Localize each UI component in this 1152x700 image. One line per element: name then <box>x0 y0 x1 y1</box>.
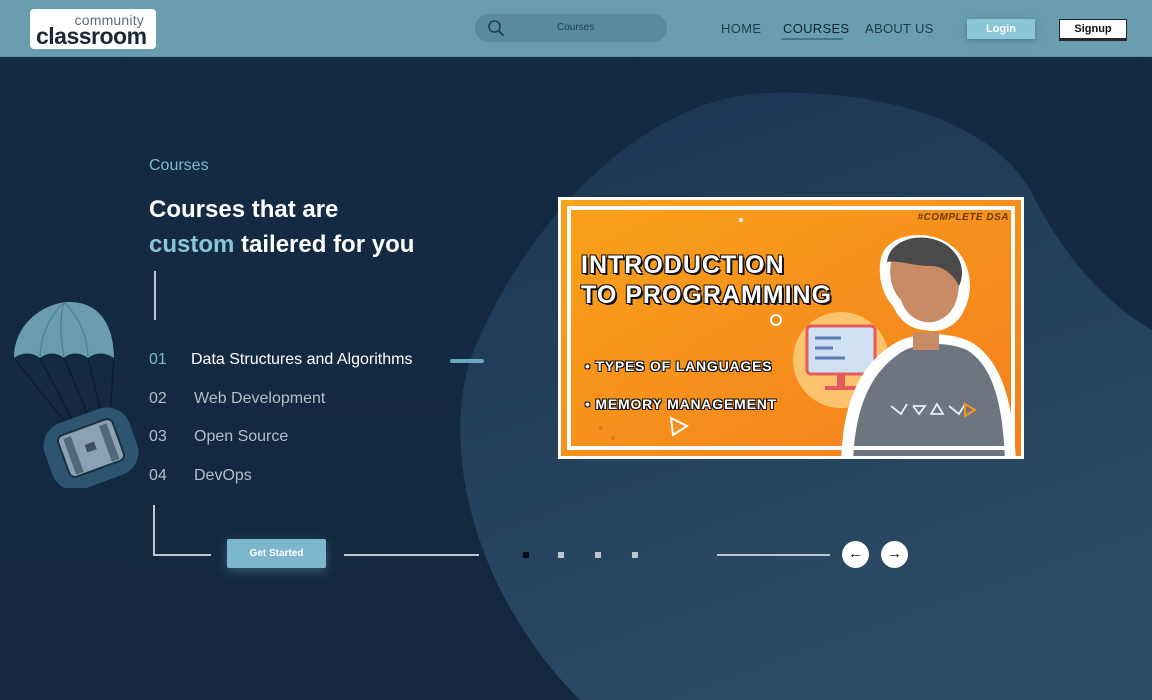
arrow-left-icon: ← <box>848 545 863 562</box>
parachute-illustration <box>13 301 139 488</box>
thumbnail-frame <box>567 206 1015 450</box>
decorative-line <box>153 505 155 555</box>
arrow-right-icon: → <box>887 545 902 562</box>
decorative-line <box>154 271 156 320</box>
nav-about-us[interactable]: ABOUT US <box>865 21 934 36</box>
carousel-dot-2[interactable] <box>558 552 564 558</box>
course-item-open-source[interactable]: Open Source <box>194 428 288 446</box>
course-item-web-development[interactable]: Web Development <box>194 390 325 408</box>
signup-button[interactable]: Signup <box>1059 19 1127 39</box>
carousel-dot-4[interactable] <box>632 552 638 558</box>
course-number: 02 <box>149 390 167 407</box>
course-item-devops[interactable]: DevOps <box>194 467 252 485</box>
headline-line-1: Courses that are <box>149 196 339 223</box>
nav-active-underline <box>781 38 843 40</box>
thumbnail-tag: #COMPLETE DSA <box>917 212 1009 223</box>
get-started-button[interactable]: Get Started <box>227 539 326 568</box>
search-icon <box>488 20 504 36</box>
nav-home[interactable]: HOME <box>721 21 761 36</box>
community-classroom-logo[interactable]: community classroom <box>30 9 156 49</box>
carousel-prev-button[interactable]: ← <box>842 541 869 568</box>
nav-courses[interactable]: COURSES <box>783 21 849 36</box>
thumbnail-title: INTRODUCTION TO PROGRAMMING <box>581 250 832 310</box>
course-number: 04 <box>149 467 167 484</box>
carousel-dot-1[interactable] <box>523 552 529 558</box>
carousel-next-button[interactable]: → <box>881 541 908 568</box>
headline-accent: custom <box>149 231 235 258</box>
search-placeholder: Courses <box>557 22 595 33</box>
thumbnail-bullet-1: • TYPES OF LANGUAGES <box>585 358 773 374</box>
page: community classroom Courses HOME COURSES… <box>0 0 1152 700</box>
thumbnail-bullet-2: • MEMORY MANAGEMENT <box>585 396 777 412</box>
top-navbar: community classroom Courses HOME COURSES… <box>0 0 1152 57</box>
course-thumbnail[interactable]: #COMPLETE DSA INTRODUCTION TO PROGRAMMIN… <box>558 197 1024 459</box>
headline-rest: tailered for you <box>234 231 415 258</box>
carousel-dot-3[interactable] <box>595 552 601 558</box>
search-input[interactable]: Courses <box>475 14 667 42</box>
course-item-dsa[interactable]: Data Structures and Algorithms <box>191 351 412 369</box>
course-number: 03 <box>149 428 167 445</box>
active-course-indicator <box>450 359 484 363</box>
logo-text-bottom: classroom <box>36 23 147 49</box>
decorative-line <box>717 554 830 556</box>
section-eyebrow: Courses <box>149 157 209 174</box>
headline-line-2: custom tailered for you <box>149 227 414 262</box>
decorative-line <box>153 554 211 556</box>
course-number: 01 <box>149 351 167 368</box>
thumbnail-title-line-1: INTRODUCTION <box>581 251 785 279</box>
page-title: Courses that are custom tailered for you <box>149 192 414 262</box>
thumbnail-title-line-2: TO PROGRAMMING <box>581 281 833 309</box>
decorative-line <box>344 554 479 556</box>
login-button[interactable]: Login <box>967 19 1035 39</box>
